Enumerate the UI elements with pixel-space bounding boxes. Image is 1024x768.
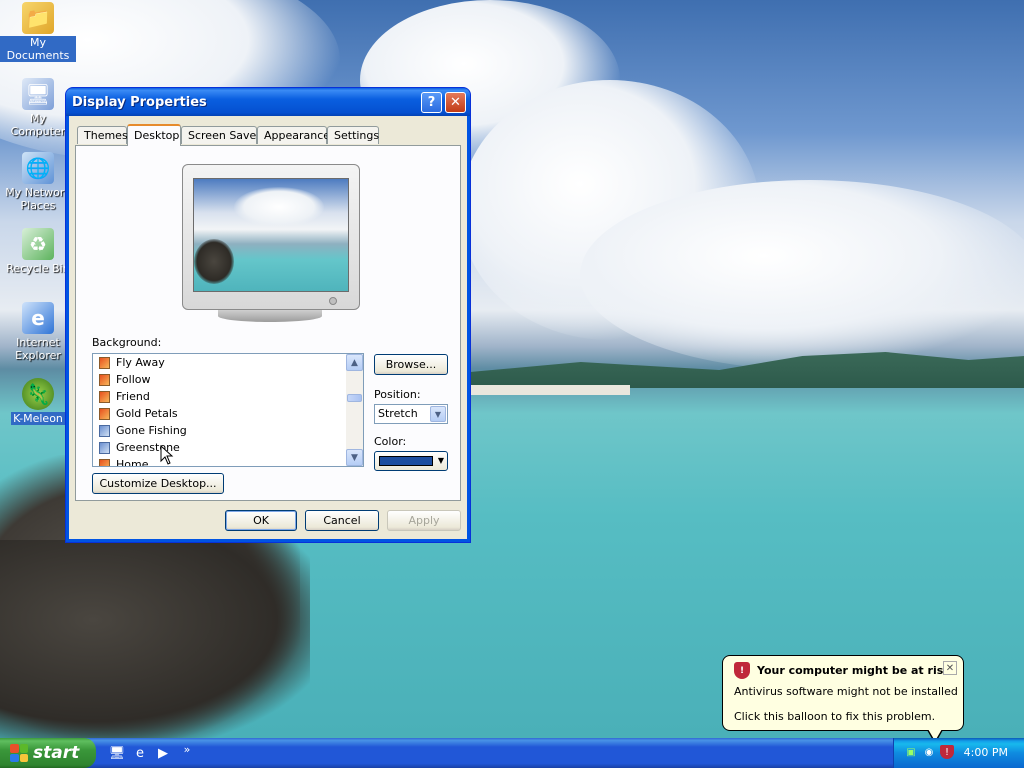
image-file-icon [99,373,110,386]
background-label: Background: [92,336,162,349]
scroll-up-arrow-icon[interactable]: ▲ [346,354,363,371]
desktop-icon-label: Recycle Bin [6,262,70,275]
monitor-stand [218,310,322,322]
mouse-cursor-icon [160,445,174,465]
chevron-down-icon[interactable]: ▼ [430,406,446,422]
start-label: start [33,743,80,763]
balloon-instruction: Click this balloon to fix this problem. [734,710,936,723]
balloon-close-button[interactable]: ✕ [943,661,957,675]
recycle-bin-icon: ♻ [22,228,54,260]
desktop-icon-label: K-Meleon [11,412,65,425]
security-center-tray-icon[interactable]: ! [940,745,954,759]
color-label: Color: [374,435,407,448]
list-item-label: Follow [116,373,151,386]
tab-desktop[interactable]: Desktop [127,124,181,146]
system-tray: ▣ ◉ ! 4:00 PM [893,738,1024,768]
monitor-power-button [329,297,337,305]
list-item[interactable]: Gone Fishing [93,422,363,439]
desktop-icon-k-meleon[interactable]: 🦎 K-Meleon [0,378,76,425]
list-item-label: Home [116,458,149,467]
bitmap-file-icon [99,424,110,437]
browse-button[interactable]: Browse... [374,354,448,375]
cancel-button[interactable]: Cancel [305,510,379,531]
apply-button[interactable]: Apply [387,510,461,531]
volume-tray-icon[interactable]: ◉ [922,745,936,759]
window-title: Display Properties [72,95,207,110]
image-file-icon [99,356,110,369]
computer-icon: 🖥 [22,78,54,110]
tab-settings[interactable]: Settings [327,126,379,144]
folder-icon: 📁 [22,2,54,34]
show-desktop-icon[interactable]: 🖥 [108,744,126,762]
background-listbox[interactable]: Fly Away Follow Friend Gold Petals Gone … [92,353,364,467]
image-file-icon [99,458,110,466]
list-item[interactable]: Fly Away [93,354,363,371]
balloon-message: Antivirus software might not be installe… [734,685,958,698]
start-button[interactable]: start [0,738,96,768]
quicklaunch-expand-icon[interactable]: » [178,740,196,758]
clock: 4:00 PM [963,746,1008,759]
list-item[interactable]: Follow [93,371,363,388]
display-properties-window: Display Properties ? ✕ Themes Desktop Sc… [66,88,470,542]
position-dropdown[interactable]: Stretch ▼ [374,404,448,424]
windows-logo-icon [10,744,28,762]
bitmap-file-icon [99,441,110,454]
k-meleon-icon: 🦎 [22,378,54,410]
color-picker-button[interactable]: ▼ [374,451,448,471]
window-body: Themes Desktop Screen Saver Appearance S… [69,116,467,539]
scroll-thumb[interactable] [347,394,362,402]
wallpaper-cloud [580,180,1024,370]
media-player-icon[interactable]: ▶ [154,744,172,762]
customize-desktop-button[interactable]: Customize Desktop... [92,473,224,494]
desktop-icon-my-computer[interactable]: 🖥 My Computer [0,78,76,138]
list-item-label: Gold Petals [116,407,178,420]
tab-appearance[interactable]: Appearance [257,126,330,144]
preview-cloud [234,187,324,227]
wallpaper-beach [470,385,630,395]
scroll-down-arrow-icon[interactable]: ▼ [346,449,363,466]
tab-screen-saver[interactable]: Screen Saver [181,126,261,144]
chevron-down-icon: ▼ [437,456,444,465]
ie-icon: e [22,302,54,334]
desktop-icon-label: My Network Places [5,186,71,212]
monitor-preview [182,164,360,310]
wallpaper-rocks [0,540,310,738]
list-item[interactable]: Home [93,456,363,467]
desktop-icon-my-network-places[interactable]: 🌐 My Network Places [0,152,76,212]
list-item-label: Friend [116,390,150,403]
security-balloon[interactable]: ! Your computer might be at risk ✕ Antiv… [722,655,964,744]
position-label: Position: [374,388,421,401]
help-button[interactable]: ? [421,92,442,113]
balloon-title: Your computer might be at risk [757,664,951,677]
list-item[interactable]: Gold Petals [93,405,363,422]
taskbar: start 🖥 e ▶ » ▣ ◉ ! 4:00 PM [0,738,1024,768]
close-button[interactable]: ✕ [445,92,466,113]
ie-quicklaunch-icon[interactable]: e [131,744,149,762]
desktop-tab-panel: Background: Fly Away Follow Friend Gold … [75,145,461,501]
network-icon: 🌐 [22,152,54,184]
desktop-icon-label: Internet Explorer [15,336,61,362]
wallpaper-preview [193,178,349,292]
position-value: Stretch [378,407,418,420]
desktop-icon-label: My Computer [10,112,66,138]
image-file-icon [99,390,110,403]
window-titlebar[interactable]: Display Properties ? ✕ [66,88,470,116]
network-tray-icon[interactable]: ▣ [904,745,918,759]
list-item-label: Gone Fishing [116,424,187,437]
preview-rock [194,239,234,284]
tab-themes[interactable]: Themes [77,126,128,144]
list-item[interactable]: Friend [93,388,363,405]
color-swatch [379,456,433,466]
desktop-icon-recycle-bin[interactable]: ♻ Recycle Bin [0,228,76,275]
list-item[interactable]: Greenstone [93,439,363,456]
list-item-label: Fly Away [116,356,165,369]
desktop-icon-my-documents[interactable]: 📁 My Documents [0,2,76,62]
ok-button[interactable]: OK [225,510,297,531]
security-shield-icon: ! [734,662,750,679]
desktop-icon-label: My Documents [0,36,76,62]
desktop-icon-internet-explorer[interactable]: e Internet Explorer [0,302,76,362]
listbox-scrollbar[interactable]: ▲ ▼ [346,354,363,466]
image-file-icon [99,407,110,420]
